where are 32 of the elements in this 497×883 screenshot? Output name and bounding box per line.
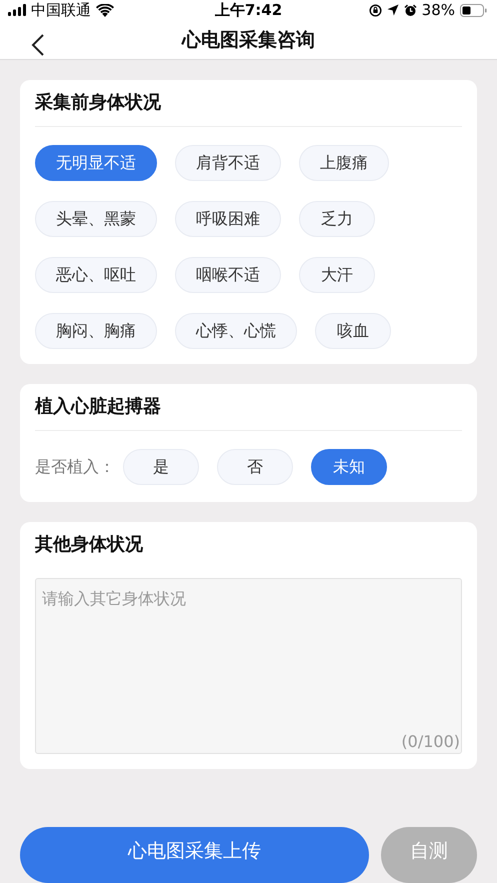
option-chip[interactable]: 心悸、心慌 xyxy=(175,313,297,349)
character-counter: (0/100) xyxy=(401,732,460,751)
field-label: 是否植入： xyxy=(35,456,115,478)
option-chip[interactable]: 头晕、黑蒙 xyxy=(35,201,157,237)
wifi-icon xyxy=(96,4,114,17)
option-chip[interactable]: 大汗 xyxy=(299,257,375,293)
section-title: 采集前身体状况 xyxy=(35,91,162,115)
option-chip[interactable]: 是 xyxy=(123,449,199,485)
section-title: 其他身体状况 xyxy=(35,533,144,557)
upload-button[interactable]: 心电图采集上传 xyxy=(20,827,369,883)
option-chip[interactable]: 呼吸困难 xyxy=(175,201,281,237)
clock-time: 上午7:42 xyxy=(214,0,282,20)
option-chip[interactable]: 胸闷、胸痛 xyxy=(35,313,157,349)
option-chip[interactable]: 咳血 xyxy=(315,313,391,349)
option-chip[interactable]: 无明显不适 xyxy=(35,145,157,181)
battery-icon xyxy=(460,4,487,17)
back-icon[interactable] xyxy=(31,34,45,56)
option-chip[interactable]: 肩背不适 xyxy=(175,145,281,181)
alarm-icon xyxy=(404,4,417,17)
section-title: 植入心脏起搏器 xyxy=(35,395,162,419)
option-chip[interactable]: 否 xyxy=(217,449,293,485)
option-chip[interactable]: 未知 xyxy=(311,449,387,485)
location-arrow-icon xyxy=(386,4,399,16)
battery-percent: 38% xyxy=(422,1,455,20)
rotation-lock-icon xyxy=(368,4,382,17)
page-title: 心电图采集咨询 xyxy=(182,28,315,53)
option-chip[interactable]: 乏力 xyxy=(299,201,375,237)
carrier-name: 中国联通 xyxy=(31,0,91,20)
option-chip[interactable]: 恶心、呕吐 xyxy=(35,257,157,293)
option-chip[interactable]: 上腹痛 xyxy=(299,145,389,181)
signal-icon xyxy=(8,4,26,16)
option-chip[interactable]: 咽喉不适 xyxy=(175,257,281,293)
